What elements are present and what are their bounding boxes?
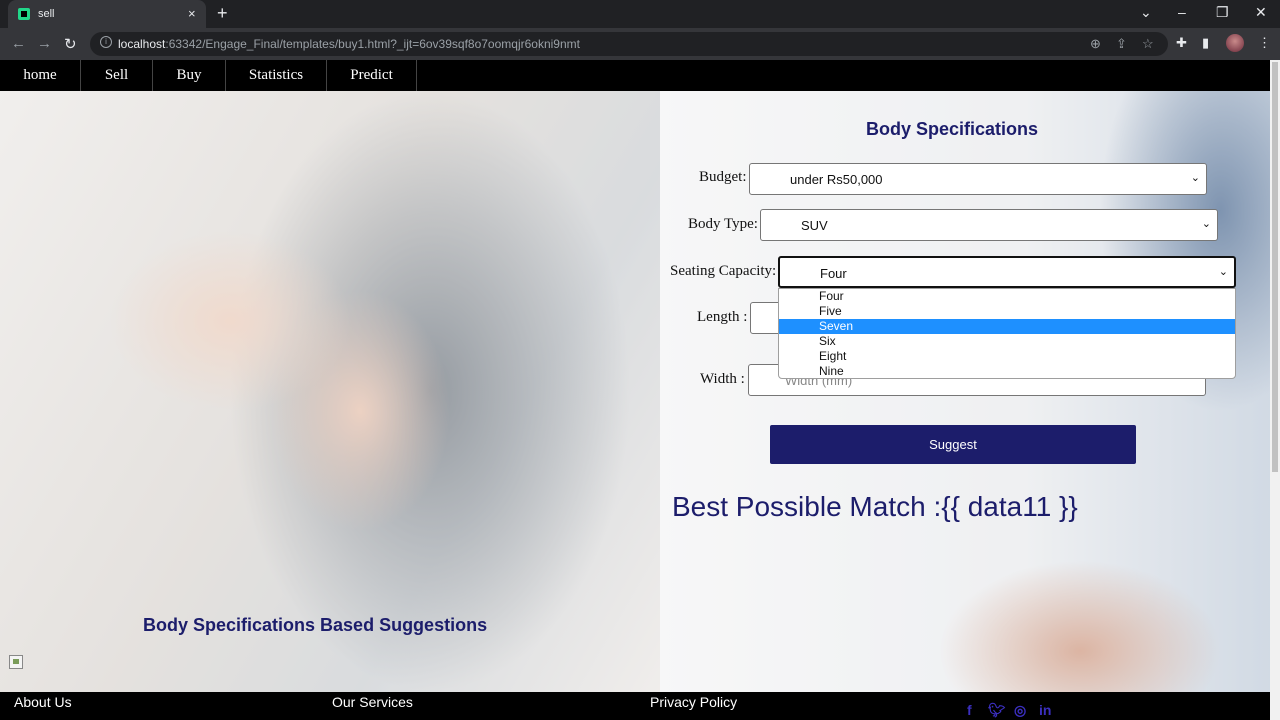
suggest-button[interactable]: Suggest [770, 425, 1136, 464]
footer-privacy-link[interactable]: Privacy Policy [650, 694, 737, 710]
tab-title: sell [38, 8, 55, 20]
tab-search-icon[interactable]: ⌄ [1140, 4, 1152, 21]
browser-menu-icon[interactable]: ⋮ [1258, 35, 1271, 51]
share-icon[interactable]: ⇪ [1116, 36, 1127, 52]
scrollbar-thumb[interactable] [1272, 62, 1278, 472]
address-bar-row: ← → ↻ i localhost:63342/Engage_Final/tem… [0, 28, 1280, 60]
seating-capacity-label: Seating Capacity: [670, 263, 777, 279]
site-navbar: home Sell Buy Statistics Predict [0, 60, 1270, 91]
close-window-icon[interactable]: ✕ [1255, 4, 1267, 21]
page-scrollbar[interactable] [1270, 60, 1280, 720]
seating-option[interactable]: Eight [779, 349, 1235, 364]
seating-option[interactable]: Six [779, 334, 1235, 349]
browser-tab-strip: sell × + ⌄ – ❐ ✕ [0, 0, 1280, 28]
linkedin-icon[interactable]: in [1039, 702, 1051, 718]
minimize-icon[interactable]: – [1178, 4, 1186, 20]
body-type-label: Body Type: [688, 216, 758, 232]
left-caption: Body Specifications Based Suggestions [143, 615, 488, 635]
bookmark-star-icon[interactable]: ☆ [1142, 36, 1154, 52]
tab-close-icon[interactable]: × [188, 6, 196, 21]
url-bar[interactable]: i localhost:63342/Engage_Final/templates… [90, 32, 1168, 56]
facebook-icon[interactable]: f [967, 702, 972, 718]
broken-image-icon [9, 655, 23, 669]
form-title: Body Specifications [866, 119, 1039, 139]
seating-option[interactable]: Nine [779, 364, 1235, 379]
twitter-icon[interactable]: 🐦︎ [988, 702, 1006, 719]
budget-value: under Rs50,000 [790, 172, 883, 187]
chevron-down-icon: ⌄ [1218, 266, 1228, 278]
profile-avatar[interactable] [1226, 34, 1244, 52]
seating-option-highlighted[interactable]: Seven [779, 319, 1235, 334]
nav-predict[interactable]: Predict [327, 60, 417, 91]
chevron-down-icon: ⌄ [1190, 172, 1200, 184]
instagram-icon[interactable]: ◎ [1014, 702, 1026, 719]
budget-select[interactable]: under Rs50,000 ⌄ [749, 163, 1207, 195]
extensions-icon[interactable]: ✚ [1176, 35, 1187, 51]
side-panel-icon[interactable]: ▮ [1202, 35, 1209, 51]
chevron-down-icon: ⌄ [1201, 218, 1211, 230]
forward-icon[interactable]: → [37, 35, 52, 52]
zoom-icon[interactable]: ⊕ [1090, 36, 1101, 52]
url-text[interactable]: localhost:63342/Engage_Final/templates/b… [118, 37, 580, 51]
length-label: Length : [697, 309, 748, 325]
site-info-icon[interactable]: i [100, 36, 112, 48]
seating-option[interactable]: Four [779, 289, 1235, 304]
footer-about-link[interactable]: About Us [14, 694, 72, 710]
seating-capacity-dropdown[interactable]: Four Five Seven Six Eight Nine [778, 288, 1236, 379]
seating-option[interactable]: Five [779, 304, 1235, 319]
best-match-result: Best Possible Match :{{ data11 }} [672, 491, 1078, 522]
nav-buy[interactable]: Buy [153, 60, 226, 91]
site-footer: About Us Our Services Privacy Policy f 🐦… [0, 692, 1270, 720]
body-type-select[interactable]: SUV ⌄ [760, 209, 1218, 241]
seating-capacity-value: Four [820, 266, 847, 281]
browser-tab[interactable]: sell × [8, 0, 206, 28]
body-type-value: SUV [801, 218, 828, 233]
page-content: Body Specifications Budget: under Rs50,0… [0, 91, 1270, 692]
reload-icon[interactable]: ↻ [64, 35, 77, 53]
nav-sell[interactable]: Sell [81, 60, 153, 91]
budget-label: Budget: [699, 169, 747, 185]
nav-statistics[interactable]: Statistics [226, 60, 327, 91]
width-label: Width : [700, 371, 745, 387]
nav-home[interactable]: home [0, 60, 81, 91]
new-tab-button[interactable]: + [217, 3, 228, 24]
maximize-icon[interactable]: ❐ [1216, 4, 1229, 21]
seating-capacity-select[interactable]: Four ⌄ [778, 256, 1236, 288]
back-icon[interactable]: ← [11, 35, 26, 52]
background-image-left [0, 91, 660, 692]
footer-services-link[interactable]: Our Services [332, 694, 413, 710]
pycharm-favicon-icon [18, 8, 30, 20]
